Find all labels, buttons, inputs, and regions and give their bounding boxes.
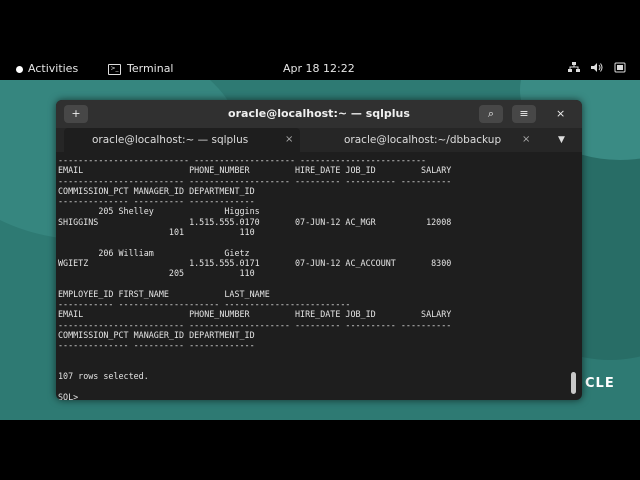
output-line: 101 110 <box>58 227 255 238</box>
output-line: COMMISSION_PCT MANAGER_ID DEPARTMENT_ID <box>58 330 255 341</box>
output-line: 206 William Gietz <box>58 247 250 258</box>
output-line: EMAIL PHONE_NUMBER HIRE_DATE JOB_ID SALA… <box>58 309 452 320</box>
output-line: 205 110 <box>58 268 255 279</box>
sql-prompt[interactable]: SQL> <box>58 392 568 400</box>
output-line: ----------- -------------------- -------… <box>58 299 351 310</box>
tab-sqlplus[interactable]: oracle@localhost:~ — sqlplus × <box>64 128 300 152</box>
output-line: -------------- ---------- ------------- <box>58 340 255 351</box>
scrollbar-thumb[interactable] <box>571 372 576 394</box>
window-title: oracle@localhost:~ — sqlplus <box>228 107 410 120</box>
search-button[interactable]: ⌕ <box>479 105 503 123</box>
tab-close-icon[interactable]: × <box>285 128 293 152</box>
output-line: ------------------------- --------------… <box>58 175 452 186</box>
output-line: -------------------------- -------------… <box>58 155 427 165</box>
terminal-window[interactable]: + oracle@localhost:~ — sqlplus ⌕ ≡ × ora… <box>56 100 582 400</box>
hamburger-menu-icon: ≡ <box>519 107 529 120</box>
chevron-down-icon: ▼ <box>558 135 565 145</box>
tab-dbbackup[interactable]: oracle@localhost:~/dbbackup × <box>306 128 556 152</box>
tab-label: oracle@localhost:~ — sqlplus <box>92 134 249 146</box>
output-line: SHIGGINS 1.515.555.0170 07-JUN-12 AC_MGR… <box>58 216 452 227</box>
title-bar[interactable]: + oracle@localhost:~ — sqlplus ⌕ ≡ × <box>56 100 582 128</box>
output-line: 107 rows selected. <box>58 371 149 382</box>
app-menu-terminal[interactable]: >_ Terminal <box>108 62 174 75</box>
tab-list-dropdown[interactable]: ▼ <box>558 128 565 152</box>
volume-icon[interactable] <box>591 62 603 76</box>
output-line: 205 Shelley Higgins <box>58 206 260 217</box>
window-close-button[interactable]: × <box>556 107 565 120</box>
search-icon: ⌕ <box>487 107 495 120</box>
clock[interactable]: Apr 18 12:22 <box>283 62 355 75</box>
output-line: EMAIL PHONE_NUMBER HIRE_DATE JOB_ID SALA… <box>58 165 452 176</box>
activities-label: Activities <box>28 62 79 75</box>
output-line: EMPLOYEE_ID FIRST_NAME LAST_NAME <box>58 288 270 299</box>
output-line: ------------------------- --------------… <box>58 319 452 330</box>
close-icon: × <box>556 107 566 120</box>
top-bar: Activities >_ Terminal Apr 18 12:22 <box>0 58 640 80</box>
activities-icon <box>16 65 23 73</box>
tab-label: oracle@localhost:~/dbbackup <box>344 134 502 146</box>
output-line: -------------- ---------- ------------- <box>58 196 255 207</box>
power-icon[interactable] <box>614 62 626 76</box>
terminal-output[interactable]: -------------------------- -------------… <box>58 155 568 400</box>
terminal-icon: >_ <box>108 63 121 75</box>
tab-bar: oracle@localhost:~ — sqlplus × oracle@lo… <box>56 128 582 152</box>
output-line: COMMISSION_PCT MANAGER_ID DEPARTMENT_ID <box>58 185 255 196</box>
activities-button[interactable]: Activities <box>16 62 78 75</box>
tab-close-icon[interactable]: × <box>522 128 530 152</box>
wallpaper-logo-text: CLE <box>585 376 615 391</box>
output-line: WGIETZ 1.515.555.0171 07-JUN-12 AC_ACCOU… <box>58 257 452 268</box>
menu-button[interactable]: ≡ <box>512 105 536 123</box>
app-menu-label: Terminal <box>127 62 174 75</box>
network-icon[interactable] <box>568 62 580 76</box>
